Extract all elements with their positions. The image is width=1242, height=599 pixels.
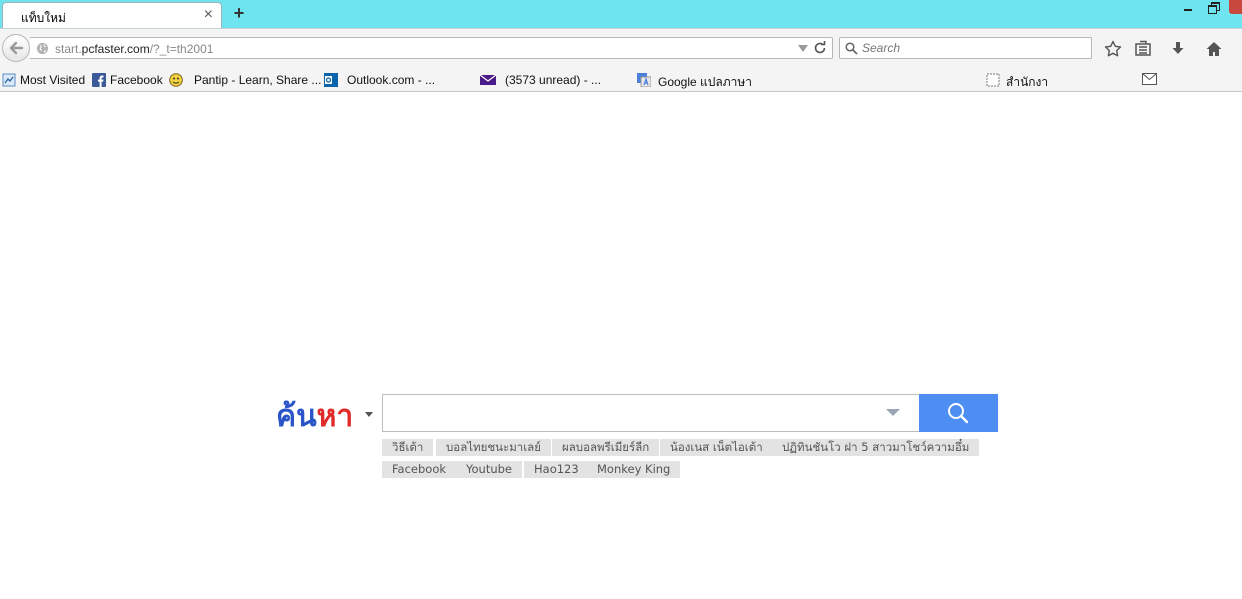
new-tab-button[interactable]: +: [230, 3, 248, 23]
browser-search-bar[interactable]: [839, 37, 1092, 59]
search-icon: [948, 403, 969, 424]
home-icon[interactable]: [1205, 40, 1223, 58]
close-tab-icon[interactable]: ×: [204, 6, 213, 24]
url-text[interactable]: start.pcfaster.com/?_t=th2001: [55, 42, 213, 56]
suggestion-chip[interactable]: วิธีเต้า: [382, 439, 434, 456]
suggestion-chip[interactable]: ผลบอลพรีเมียร์ลีก: [552, 439, 660, 456]
history-dropdown-icon[interactable]: [798, 45, 808, 52]
translate-icon: [637, 73, 651, 87]
mail-icon: [480, 74, 496, 85]
page-icon: [986, 73, 1000, 87]
tab-new-tab[interactable]: แท็บใหม่ ×: [2, 2, 222, 28]
most-visited-icon: [2, 73, 16, 87]
search-icon: [845, 42, 858, 55]
engine-dropdown-icon[interactable]: [365, 412, 373, 417]
facebook-icon: [92, 73, 106, 87]
search-button[interactable]: [919, 394, 998, 432]
restore-window-icon[interactable]: [1205, 0, 1223, 16]
reload-icon[interactable]: [813, 41, 827, 55]
bookmarks-toolbar: Most Visited Facebook Pantip - Learn, Sh…: [0, 68, 1242, 92]
bookmark-star-icon[interactable]: [1104, 40, 1122, 58]
suggestion-chip[interactable]: น้องเนส เน็ตไอเต้า: [660, 439, 773, 456]
suggestion-chip[interactable]: Facebook: [382, 461, 457, 478]
close-window-icon[interactable]: [1229, 0, 1242, 14]
back-button[interactable]: [2, 34, 30, 62]
globe-icon[interactable]: [36, 42, 49, 55]
search-history-dropdown-icon[interactable]: [886, 409, 900, 416]
mail-outline-icon[interactable]: [1142, 73, 1157, 85]
suggestion-chip[interactable]: ปฏิทินชันโว ฝา 5 สาวมาโชว์ความอึ๋ม: [772, 439, 980, 456]
search-logo[interactable]: ค้นหา: [276, 393, 353, 440]
suggestion-chip[interactable]: Youtube: [456, 461, 522, 478]
suggestion-chip[interactable]: บอลไทยชนะมาเลย์: [436, 439, 551, 456]
title-bar: แท็บใหม่ × +: [0, 0, 1242, 28]
pantip-icon: [169, 73, 183, 87]
navigation-toolbar: start.pcfaster.com/?_t=th2001: [0, 28, 1242, 68]
browser-search-input[interactable]: [862, 40, 1082, 56]
tab-title: แท็บใหม่: [21, 11, 66, 25]
outlook-icon: [324, 73, 338, 87]
address-bar[interactable]: start.pcfaster.com/?_t=th2001: [30, 37, 833, 59]
main-search-input[interactable]: [391, 403, 871, 423]
suggestion-chip[interactable]: Monkey King: [587, 461, 681, 478]
main-search-box[interactable]: [382, 394, 920, 432]
minimize-window-icon[interactable]: [1180, 0, 1196, 16]
bookmarks-menu-icon[interactable]: [1134, 40, 1152, 58]
suggestion-chip[interactable]: Hao123: [524, 461, 589, 478]
back-arrow-icon: [9, 41, 24, 55]
downloads-icon[interactable]: [1169, 40, 1187, 58]
